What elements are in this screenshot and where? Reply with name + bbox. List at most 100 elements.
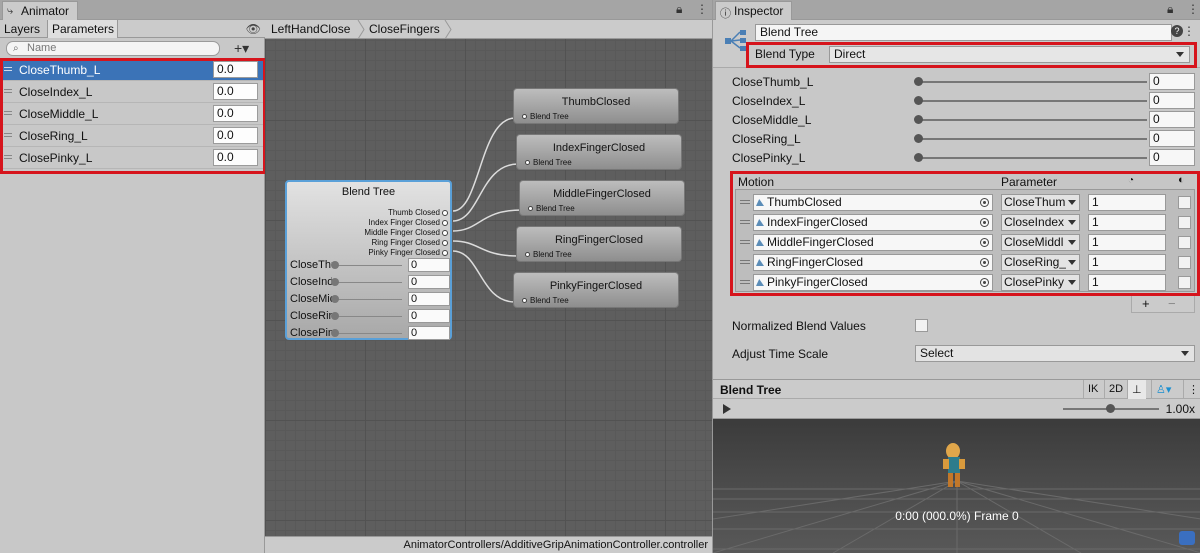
settings-kebab-icon[interactable]: ⋮ bbox=[1183, 24, 1195, 38]
param-slider-knob[interactable] bbox=[914, 153, 923, 162]
node-param-knob[interactable] bbox=[331, 261, 339, 269]
param-slider-knob[interactable] bbox=[914, 134, 923, 143]
2d-toggle[interactable]: 2D bbox=[1104, 380, 1127, 399]
drag-handle-icon[interactable] bbox=[4, 155, 12, 156]
name-field[interactable]: Blend Tree bbox=[755, 24, 1172, 41]
node-param-slider[interactable] bbox=[332, 316, 402, 317]
lock-icon[interactable]: 🔒︎ bbox=[676, 2, 682, 17]
object-picker-icon[interactable] bbox=[980, 198, 989, 207]
tab-layers[interactable]: Layers bbox=[0, 20, 48, 38]
inspector-tab[interactable]: ⓘ Inspector bbox=[715, 1, 793, 20]
drag-handle-icon[interactable] bbox=[740, 220, 750, 221]
motion-threshold-field[interactable]: 1 bbox=[1088, 194, 1166, 211]
pivot-icon[interactable]: ⊥ bbox=[1127, 380, 1146, 399]
add-parameter-button[interactable]: +▾ bbox=[234, 40, 249, 57]
parameter-row[interactable]: CloseThumb_L 0.0 bbox=[0, 59, 265, 81]
search-input[interactable]: ⌕ Name bbox=[6, 41, 220, 56]
object-picker-icon[interactable] bbox=[980, 258, 989, 267]
clip-input-port[interactable]: Blend Tree bbox=[522, 296, 569, 305]
motion-threshold-field[interactable]: 1 bbox=[1088, 254, 1166, 271]
parameter-row[interactable]: CloseMiddle_L 0.0 bbox=[0, 103, 265, 125]
mirror-checkbox[interactable] bbox=[1178, 196, 1191, 209]
node-param-slider[interactable] bbox=[332, 333, 402, 334]
clip-input-port[interactable]: Blend Tree bbox=[525, 158, 572, 167]
node-param-value[interactable]: 0 bbox=[408, 326, 450, 340]
node-param-slider[interactable] bbox=[332, 282, 402, 283]
drag-handle-icon[interactable] bbox=[740, 260, 750, 261]
node-param-value[interactable]: 0 bbox=[408, 258, 450, 272]
drag-handle-icon[interactable] bbox=[4, 111, 12, 112]
clip-node[interactable]: MiddleFingerClosed Blend Tree bbox=[519, 180, 685, 216]
blend-type-dropdown[interactable]: Direct bbox=[829, 46, 1190, 63]
param-slider-knob[interactable] bbox=[914, 96, 923, 105]
param-slider[interactable] bbox=[917, 100, 1147, 102]
preview-menu-icon[interactable]: ⋮ bbox=[1183, 380, 1200, 399]
parameter-row[interactable]: CloseIndex_L 0.0 bbox=[0, 81, 265, 103]
play-icon[interactable] bbox=[723, 404, 731, 414]
object-picker-icon[interactable] bbox=[980, 218, 989, 227]
parameter-value-field[interactable]: 0.0 bbox=[213, 83, 258, 100]
param-slider[interactable] bbox=[917, 81, 1147, 83]
drag-handle-icon[interactable] bbox=[740, 240, 750, 241]
param-slider[interactable] bbox=[917, 138, 1147, 140]
param-value-field[interactable]: 0 bbox=[1149, 111, 1195, 128]
motion-parameter-dropdown[interactable]: CloseIndex bbox=[1001, 214, 1080, 231]
parameter-row[interactable]: CloseRing_L 0.0 bbox=[0, 125, 265, 147]
motion-threshold-field[interactable]: 1 bbox=[1088, 274, 1166, 291]
node-param-knob[interactable] bbox=[331, 295, 339, 303]
motion-parameter-dropdown[interactable]: CloseRing_ bbox=[1001, 254, 1080, 271]
motion-parameter-dropdown[interactable]: CloseThum bbox=[1001, 194, 1080, 211]
preview-viewport[interactable]: 0:00 (000.0%) Frame 0 bbox=[713, 419, 1200, 553]
clip-node[interactable]: PinkyFingerClosed Blend Tree bbox=[513, 272, 679, 308]
kebab-menu-icon[interactable]: ⋮ bbox=[1187, 2, 1199, 16]
adjust-time-scale-dropdown[interactable]: Select bbox=[915, 345, 1195, 362]
asset-label-icon[interactable] bbox=[1179, 531, 1195, 545]
parameter-value-field[interactable]: 0.0 bbox=[213, 149, 258, 166]
mirror-checkbox[interactable] bbox=[1178, 256, 1191, 269]
clip-input-port[interactable]: Blend Tree bbox=[525, 250, 572, 259]
clip-node[interactable]: RingFingerClosed Blend Tree bbox=[516, 226, 682, 262]
param-slider[interactable] bbox=[917, 119, 1147, 121]
param-slider-knob[interactable] bbox=[914, 77, 923, 86]
drag-handle-icon[interactable] bbox=[740, 280, 750, 281]
add-motion-button[interactable]: + bbox=[1142, 296, 1150, 311]
parameter-value-field[interactable]: 0.0 bbox=[213, 127, 258, 144]
clip-input-port[interactable]: Blend Tree bbox=[522, 112, 569, 121]
node-param-slider[interactable] bbox=[332, 299, 402, 300]
param-value-field[interactable]: 0 bbox=[1149, 92, 1195, 109]
clip-node[interactable]: ThumbClosed Blend Tree bbox=[513, 88, 679, 124]
parameter-value-field[interactable]: 0.0 bbox=[213, 61, 258, 78]
speed-slider-knob[interactable] bbox=[1106, 404, 1115, 413]
tab-parameters[interactable]: Parameters bbox=[48, 20, 118, 38]
blend-tree-node[interactable]: Blend Tree Thumb Closed Index Finger Clo… bbox=[285, 180, 452, 340]
motion-threshold-field[interactable]: 1 bbox=[1088, 214, 1166, 231]
node-param-knob[interactable] bbox=[331, 312, 339, 320]
clip-node[interactable]: IndexFingerClosed Blend Tree bbox=[516, 134, 682, 170]
node-output-port[interactable]: Index Finger Closed bbox=[368, 218, 448, 227]
eye-icon[interactable]: 👁︎ bbox=[246, 22, 261, 36]
mirror-checkbox[interactable] bbox=[1178, 216, 1191, 229]
graph-canvas[interactable]: LeftHandClose CloseFingers Blend Tree Th… bbox=[265, 20, 712, 553]
node-output-port[interactable]: Thumb Closed bbox=[388, 208, 449, 217]
drag-handle-icon[interactable] bbox=[4, 133, 12, 134]
motion-parameter-dropdown[interactable]: ClosePinky bbox=[1001, 274, 1080, 291]
drag-handle-icon[interactable] bbox=[740, 200, 750, 201]
motion-threshold-field[interactable]: 1 bbox=[1088, 234, 1166, 251]
mirror-checkbox[interactable] bbox=[1178, 276, 1191, 289]
drag-handle-icon[interactable] bbox=[4, 67, 12, 68]
node-output-port[interactable]: Pinky Finger Closed bbox=[368, 248, 448, 257]
avatar-icon[interactable]: ♙▾ bbox=[1151, 380, 1175, 399]
motion-field[interactable]: PinkyFingerClosed bbox=[753, 274, 993, 291]
object-picker-icon[interactable] bbox=[980, 238, 989, 247]
node-param-value[interactable]: 0 bbox=[408, 292, 450, 306]
param-value-field[interactable]: 0 bbox=[1149, 73, 1195, 90]
clip-input-port[interactable]: Blend Tree bbox=[528, 204, 575, 213]
help-icon[interactable]: ? bbox=[1171, 25, 1183, 37]
mirror-checkbox[interactable] bbox=[1178, 236, 1191, 249]
param-slider[interactable] bbox=[917, 157, 1147, 159]
motion-parameter-dropdown[interactable]: CloseMiddl bbox=[1001, 234, 1080, 251]
ik-toggle[interactable]: IK bbox=[1083, 380, 1102, 399]
node-output-port[interactable]: Ring Finger Closed bbox=[372, 238, 449, 247]
param-value-field[interactable]: 0 bbox=[1149, 149, 1195, 166]
object-picker-icon[interactable] bbox=[980, 278, 989, 287]
